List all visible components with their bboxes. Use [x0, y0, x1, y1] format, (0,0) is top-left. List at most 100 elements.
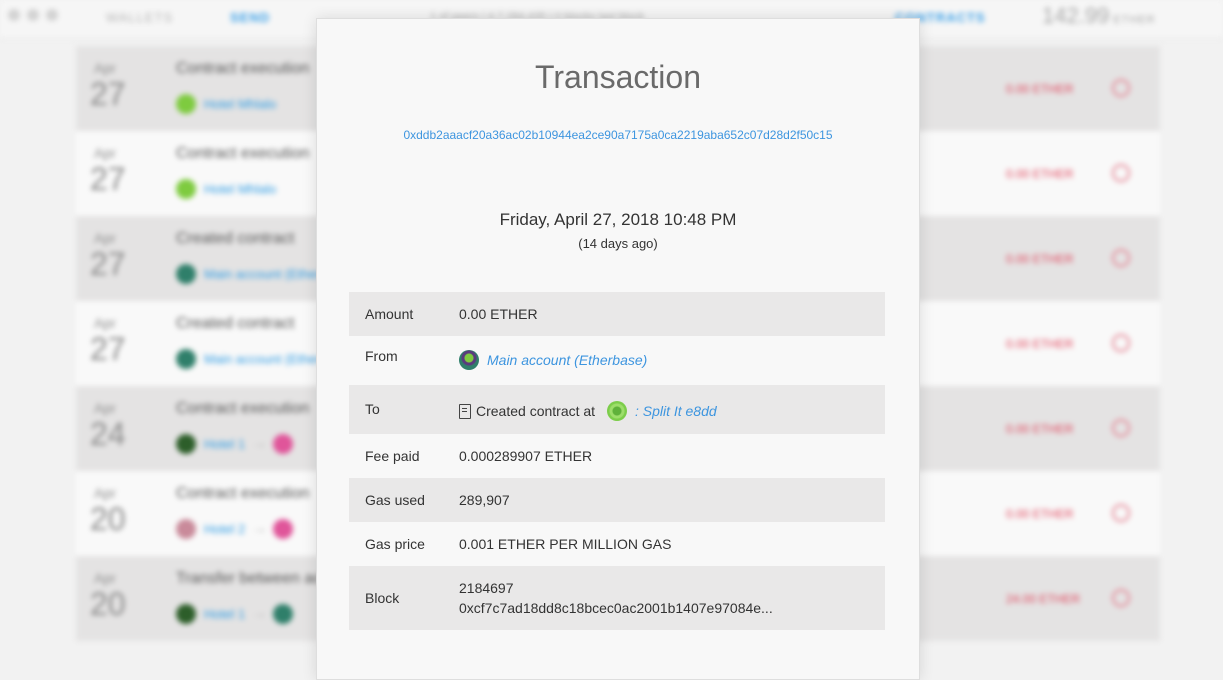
remove-icon[interactable]: [1112, 589, 1130, 607]
amount-label: Amount: [365, 306, 414, 322]
tx-parties: Hotel 1 →: [176, 434, 301, 456]
gas-used-label: Gas used: [365, 492, 425, 508]
contract-document-icon: [459, 403, 471, 419]
to-identicon-icon: [273, 604, 294, 624]
remove-icon[interactable]: [1112, 164, 1130, 182]
minimize-window-icon[interactable]: [27, 9, 39, 21]
to-identicon-icon: [273, 519, 294, 539]
transaction-modal: Transaction 0xddb2aaacf20a36ac02b10944ea…: [316, 18, 920, 680]
tx-day: 27: [90, 331, 126, 367]
tx-day: 20: [90, 586, 126, 622]
tx-month: Apr: [94, 400, 116, 416]
transaction-date: Friday, April 27, 2018 10:48 PM: [499, 210, 737, 229]
modal-title: Transaction: [535, 59, 701, 95]
balance-unit: ETHER: [1113, 14, 1156, 26]
remove-icon[interactable]: [1112, 79, 1130, 97]
balance-display: 142.99 ETHER: [1042, 3, 1156, 29]
remove-icon[interactable]: [1112, 334, 1130, 352]
tx-amount: 0.00 ETHER: [1006, 167, 1074, 181]
account-identicon-icon: [459, 350, 479, 370]
tx-month: Apr: [94, 485, 116, 501]
tx-amount: 0.00 ETHER: [1006, 82, 1074, 96]
contract-link[interactable]: : Split It e8dd: [635, 403, 717, 419]
amount-value: 0.00 ETHER: [459, 306, 538, 322]
to-identicon-icon: [273, 434, 294, 454]
contract-identicon-icon: [606, 401, 627, 421]
detail-row-gas-price: Gas price 0.001 ETHER PER MILLION GAS: [349, 522, 885, 566]
transaction-age: (14 days ago): [578, 236, 658, 251]
arrow-right-icon: →: [251, 605, 268, 622]
tx-from[interactable]: Main account (Ether: [204, 267, 320, 282]
tx-parties: Main account (Ether: [176, 264, 320, 286]
from-identicon-icon: [176, 519, 196, 539]
to-value: Created contract at : Split It e8dd: [459, 401, 717, 421]
gas-used-value: 289,907: [459, 492, 510, 508]
tx-day: 27: [90, 76, 126, 112]
tx-title: Contract execution: [176, 400, 310, 417]
nav-wallets[interactable]: WALLETS: [106, 10, 173, 25]
detail-row-amount: Amount 0.00 ETHER: [349, 292, 885, 336]
remove-icon[interactable]: [1112, 504, 1130, 522]
tx-day: 27: [90, 161, 126, 197]
close-window-icon[interactable]: [8, 9, 20, 21]
transaction-details-table: Amount 0.00 ETHER From Main account (Eth…: [349, 292, 885, 630]
tx-title: Contract execution: [176, 485, 310, 502]
tx-parties: Hotel Mhlalo: [176, 94, 276, 116]
from-label: From: [365, 348, 398, 364]
fee-label: Fee paid: [365, 448, 420, 464]
from-identicon-icon: [176, 179, 196, 199]
tx-parties: Hotel Mhlalo: [176, 179, 276, 201]
gas-price-label: Gas price: [365, 536, 425, 552]
tx-title: Created contract: [176, 315, 295, 332]
detail-row-block: Block 2184697 0xcf7c7ad18dd8c18bcec0ac20…: [349, 566, 885, 630]
tx-from[interactable]: Main account (Ether: [204, 352, 320, 367]
tx-amount: 24.00 ETHER: [1006, 592, 1081, 606]
tx-title: Contract execution: [176, 60, 310, 77]
created-contract-text: Created contract at: [476, 403, 596, 419]
from-account-link[interactable]: Main account (Etherbase): [487, 352, 647, 368]
tx-amount: 0.00 ETHER: [1006, 422, 1074, 436]
detail-row-to: To Created contract at : Split It e8dd: [349, 385, 885, 434]
from-identicon-icon: [176, 349, 196, 369]
tx-from[interactable]: Hotel 1: [204, 607, 245, 622]
detail-row-fee: Fee paid 0.000289907 ETHER: [349, 434, 885, 478]
from-identicon-icon: [176, 94, 196, 114]
tx-from[interactable]: Hotel 2: [204, 522, 245, 537]
arrow-right-icon: →: [251, 520, 268, 537]
tx-day: 24: [90, 416, 126, 452]
tx-month: Apr: [94, 570, 116, 586]
remove-icon[interactable]: [1112, 419, 1130, 437]
gas-price-value: 0.001 ETHER PER MILLION GAS: [459, 536, 672, 552]
to-label: To: [365, 401, 380, 417]
from-identicon-icon: [176, 604, 196, 624]
tx-parties: Hotel 2 →: [176, 519, 301, 541]
nav-send[interactable]: SEND: [230, 10, 270, 25]
transaction-hash-link[interactable]: 0xddb2aaacf20a36ac02b10944ea2ce90a7175a0…: [317, 128, 919, 142]
block-label: Block: [365, 590, 400, 606]
tx-parties: Main account (Ether: [176, 349, 320, 371]
tx-parties: Hotel 1 →: [176, 604, 301, 626]
detail-row-from: From Main account (Etherbase): [349, 336, 885, 385]
detail-row-gas-used: Gas used 289,907: [349, 478, 885, 522]
tx-day: 20: [90, 501, 126, 537]
tx-from[interactable]: Hotel Mhlalo: [204, 97, 276, 112]
remove-icon[interactable]: [1112, 249, 1130, 267]
from-value: Main account (Etherbase): [459, 350, 647, 370]
tx-title: Created contract: [176, 230, 295, 247]
balance-amount: 142.99: [1042, 3, 1110, 28]
block-number: 2184697: [459, 580, 514, 596]
from-identicon-icon: [176, 264, 196, 284]
tx-title: Contract execution: [176, 145, 310, 162]
tx-month: Apr: [94, 230, 116, 246]
tx-amount: 0.00 ETHER: [1006, 252, 1074, 266]
tx-month: Apr: [94, 60, 116, 76]
tx-day: 27: [90, 246, 126, 282]
tx-from[interactable]: Hotel 1: [204, 437, 245, 452]
maximize-window-icon[interactable]: [46, 9, 58, 21]
tx-from[interactable]: Hotel Mhlalo: [204, 182, 276, 197]
tx-amount: 0.00 ETHER: [1006, 507, 1074, 521]
arrow-right-icon: →: [251, 435, 268, 452]
from-identicon-icon: [176, 434, 196, 454]
tx-amount: 0.00 ETHER: [1006, 337, 1074, 351]
block-hash-link[interactable]: 0xcf7c7ad18dd8c18bcec0ac2001b1407e97084e…: [459, 600, 773, 616]
